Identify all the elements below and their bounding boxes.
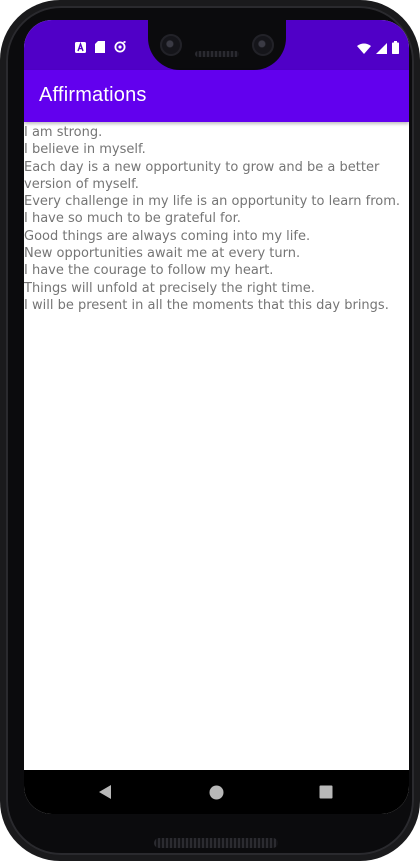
back-icon [99, 785, 111, 799]
list-item: I believe in myself. [24, 142, 146, 158]
list-item: Things will unfold at precisely the righ… [24, 280, 315, 296]
app-a-icon [75, 41, 86, 53]
battery-icon [392, 41, 399, 59]
back-button[interactable] [95, 782, 115, 802]
status-notification-icons [75, 41, 126, 53]
list-item: I have the courage to follow my heart. [24, 263, 274, 279]
screen: Affirmations I am strong. I believe in m… [24, 20, 409, 814]
list-item: Each day is a new opportunity to grow an… [24, 159, 380, 192]
status-system-icons [357, 41, 399, 59]
home-icon [209, 785, 223, 799]
wifi-icon [357, 41, 371, 59]
signal-icon [376, 41, 387, 59]
earpiece-speaker [195, 51, 239, 57]
list-item: Good things are always coming into my li… [24, 228, 311, 244]
affirmations-list[interactable]: I am strong. I believe in myself. Each d… [24, 124, 409, 314]
app-title: Affirmations [39, 84, 147, 106]
sd-card-icon [95, 41, 105, 53]
list-item: New opportunities await me at every turn… [24, 246, 301, 262]
list-item: I have so much to be grateful for. [24, 211, 241, 227]
recents-icon [319, 785, 333, 799]
front-camera-left [160, 34, 182, 56]
list-item: I will be present in all the moments tha… [24, 297, 389, 313]
sync-icon [114, 41, 126, 53]
device-bezel: Affirmations I am strong. I believe in m… [6, 6, 414, 855]
app-bar: Affirmations [24, 70, 409, 122]
front-camera-right [252, 34, 274, 56]
list-item: I am strong. [24, 125, 103, 140]
home-button[interactable] [206, 782, 226, 802]
list-item: Every challenge in my life is an opportu… [24, 194, 401, 210]
recents-button[interactable] [316, 782, 336, 802]
bottom-speaker-grille [154, 838, 278, 848]
navigation-bar [24, 770, 409, 814]
camera-notch [148, 20, 286, 70]
device-frame: Affirmations I am strong. I believe in m… [0, 0, 420, 861]
